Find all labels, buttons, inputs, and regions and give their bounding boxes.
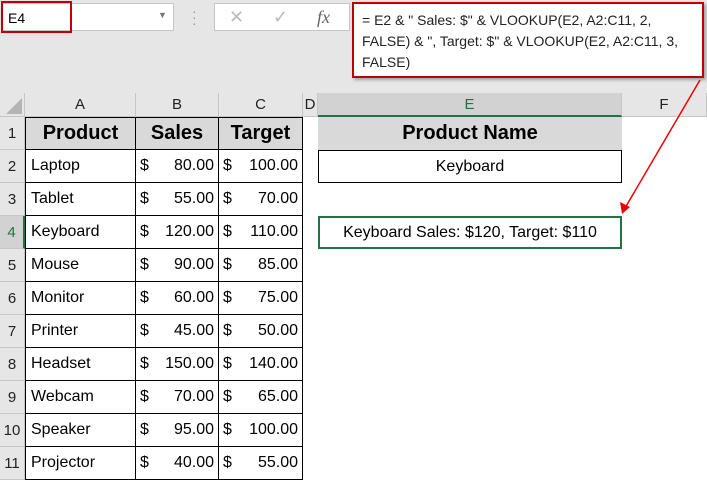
annotation-arrow bbox=[620, 79, 701, 214]
